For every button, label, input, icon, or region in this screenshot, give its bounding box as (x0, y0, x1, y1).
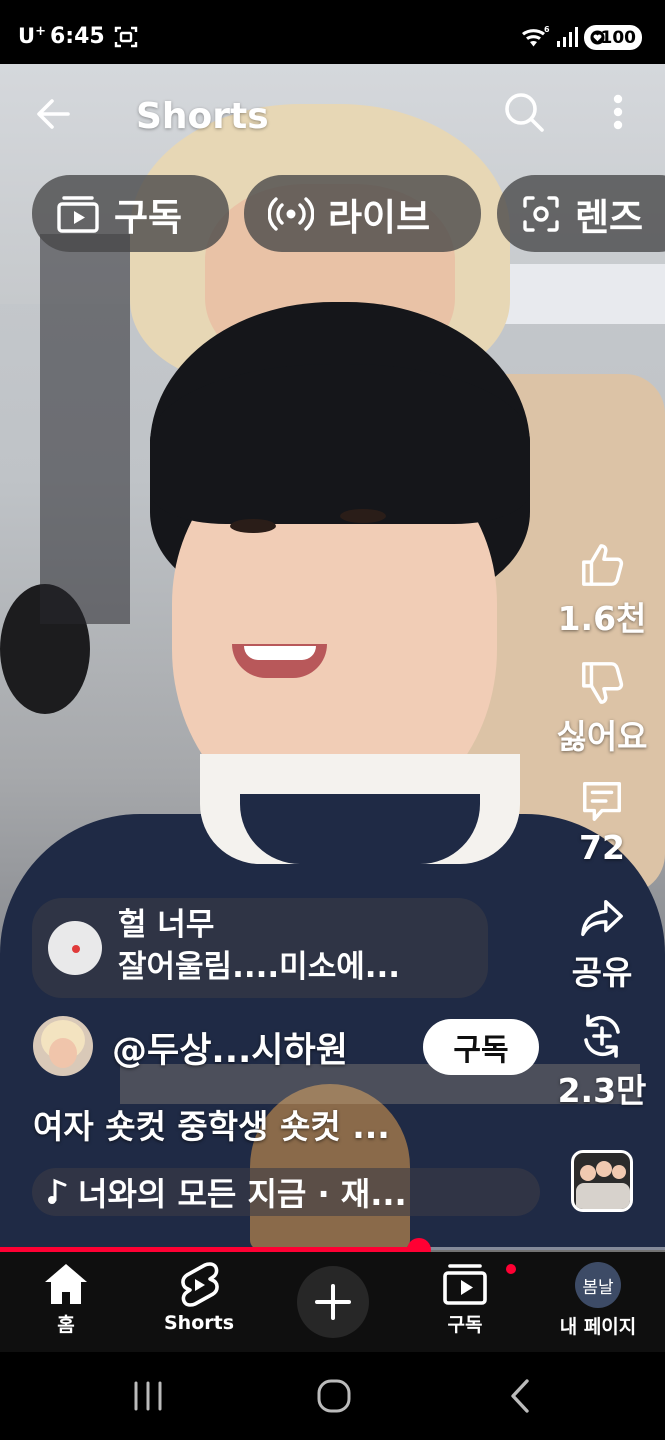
recents-button[interactable] (124, 1374, 172, 1418)
share-icon (581, 900, 623, 937)
nav-label: Shorts (163, 1312, 235, 1334)
more-options-button[interactable] (598, 88, 638, 136)
status-bar: U+ 6:45 6 100 (0, 0, 665, 64)
remix-icon (584, 1014, 620, 1058)
recents-icon (134, 1381, 162, 1411)
chip-label: 렌즈 (575, 195, 644, 239)
comment-count: 72 (579, 828, 625, 867)
nav-shorts[interactable]: Shorts (144, 1262, 254, 1334)
chip-label: 라이브 (328, 195, 431, 239)
chevron-left-icon (511, 1379, 529, 1413)
comments-button[interactable]: 72 (548, 778, 656, 867)
dislike-label: 싫어요 (556, 717, 648, 756)
screenshot-icon (114, 26, 138, 48)
share-label: 공유 (571, 953, 633, 992)
carrier-label: U+ (18, 24, 46, 48)
more-vertical-icon (613, 94, 623, 130)
nav-label: 홈 (57, 1314, 75, 1336)
like-button[interactable]: 1.6천 (548, 542, 656, 640)
sound-thumbnail[interactable] (571, 1150, 633, 1212)
arrow-left-icon (37, 99, 70, 129)
live-icon (268, 196, 314, 231)
nav-home[interactable]: 홈 (11, 1262, 121, 1337)
search-icon (505, 93, 544, 132)
svg-text:6: 6 (544, 25, 550, 34)
channel-avatar[interactable] (33, 1016, 93, 1076)
chip-subscriptions[interactable]: 구독 (32, 175, 229, 252)
search-button[interactable] (500, 88, 548, 136)
remix-button[interactable]: 2.3만 (548, 1012, 656, 1112)
music-title: 너와의 모든 지금 · 재... (78, 1175, 407, 1213)
nav-my-page[interactable]: 봄날 내 페이지 (543, 1262, 653, 1339)
share-button[interactable]: 공유 (548, 896, 656, 994)
chip-lens[interactable]: 렌즈 (497, 175, 665, 252)
page-title: Shorts (136, 96, 269, 137)
home-icon (45, 1264, 87, 1304)
bottom-navigation: 홈 Shorts 구독 봄날 내 페이지 (0, 1252, 665, 1352)
system-home-button[interactable] (310, 1374, 358, 1418)
battery-shield-icon (590, 30, 605, 45)
avatar: 봄날 (575, 1262, 621, 1308)
chip-label: 구독 (114, 195, 183, 239)
nav-subscriptions[interactable]: 구독 (410, 1262, 520, 1337)
chip-live[interactable]: 라이브 (244, 175, 481, 252)
video-title[interactable]: 여자 숏컷 중학생 숏컷 ... (33, 1100, 533, 1148)
battery-level: 100 (600, 27, 637, 48)
shorts-icon (181, 1262, 219, 1307)
music-pill[interactable]: 너와의 모든 지금 · 재... (32, 1168, 540, 1216)
notification-dot (504, 1262, 518, 1276)
system-back-button[interactable] (496, 1374, 544, 1418)
remix-count: 2.3만 (557, 1071, 647, 1110)
dislike-button[interactable]: 싫어요 (548, 660, 656, 758)
plus-icon (315, 1284, 351, 1320)
comment-icon (583, 782, 621, 821)
nav-label: 구독 (447, 1314, 483, 1336)
wifi-icon: 6 (522, 25, 550, 47)
subscribe-button[interactable]: 구독 (423, 1019, 539, 1075)
subscriptions-icon (443, 1264, 487, 1305)
clock: 6:45 (50, 24, 105, 49)
commenter-avatar (48, 921, 102, 975)
music-note-icon (48, 1178, 67, 1204)
comment-preview-text: 헐 너무 잘어울림....미소에... (118, 907, 401, 985)
back-button[interactable] (30, 90, 78, 138)
home-circle-icon (317, 1379, 351, 1413)
lens-icon (523, 195, 559, 232)
channel-name[interactable]: @두상...시하원 (112, 1022, 348, 1073)
nav-label: 내 페이지 (559, 1316, 637, 1338)
battery-indicator: 100 (584, 25, 642, 50)
subscriptions-icon (57, 195, 99, 233)
signal-icon (557, 27, 578, 47)
create-button[interactable] (297, 1266, 369, 1338)
thumbs-up-icon (582, 544, 624, 586)
thumbs-down-icon (582, 662, 624, 704)
system-navigation-bar (0, 1352, 665, 1440)
like-count: 1.6천 (557, 599, 647, 638)
comment-preview[interactable]: 헐 너무 잘어울림....미소에... (32, 898, 488, 998)
